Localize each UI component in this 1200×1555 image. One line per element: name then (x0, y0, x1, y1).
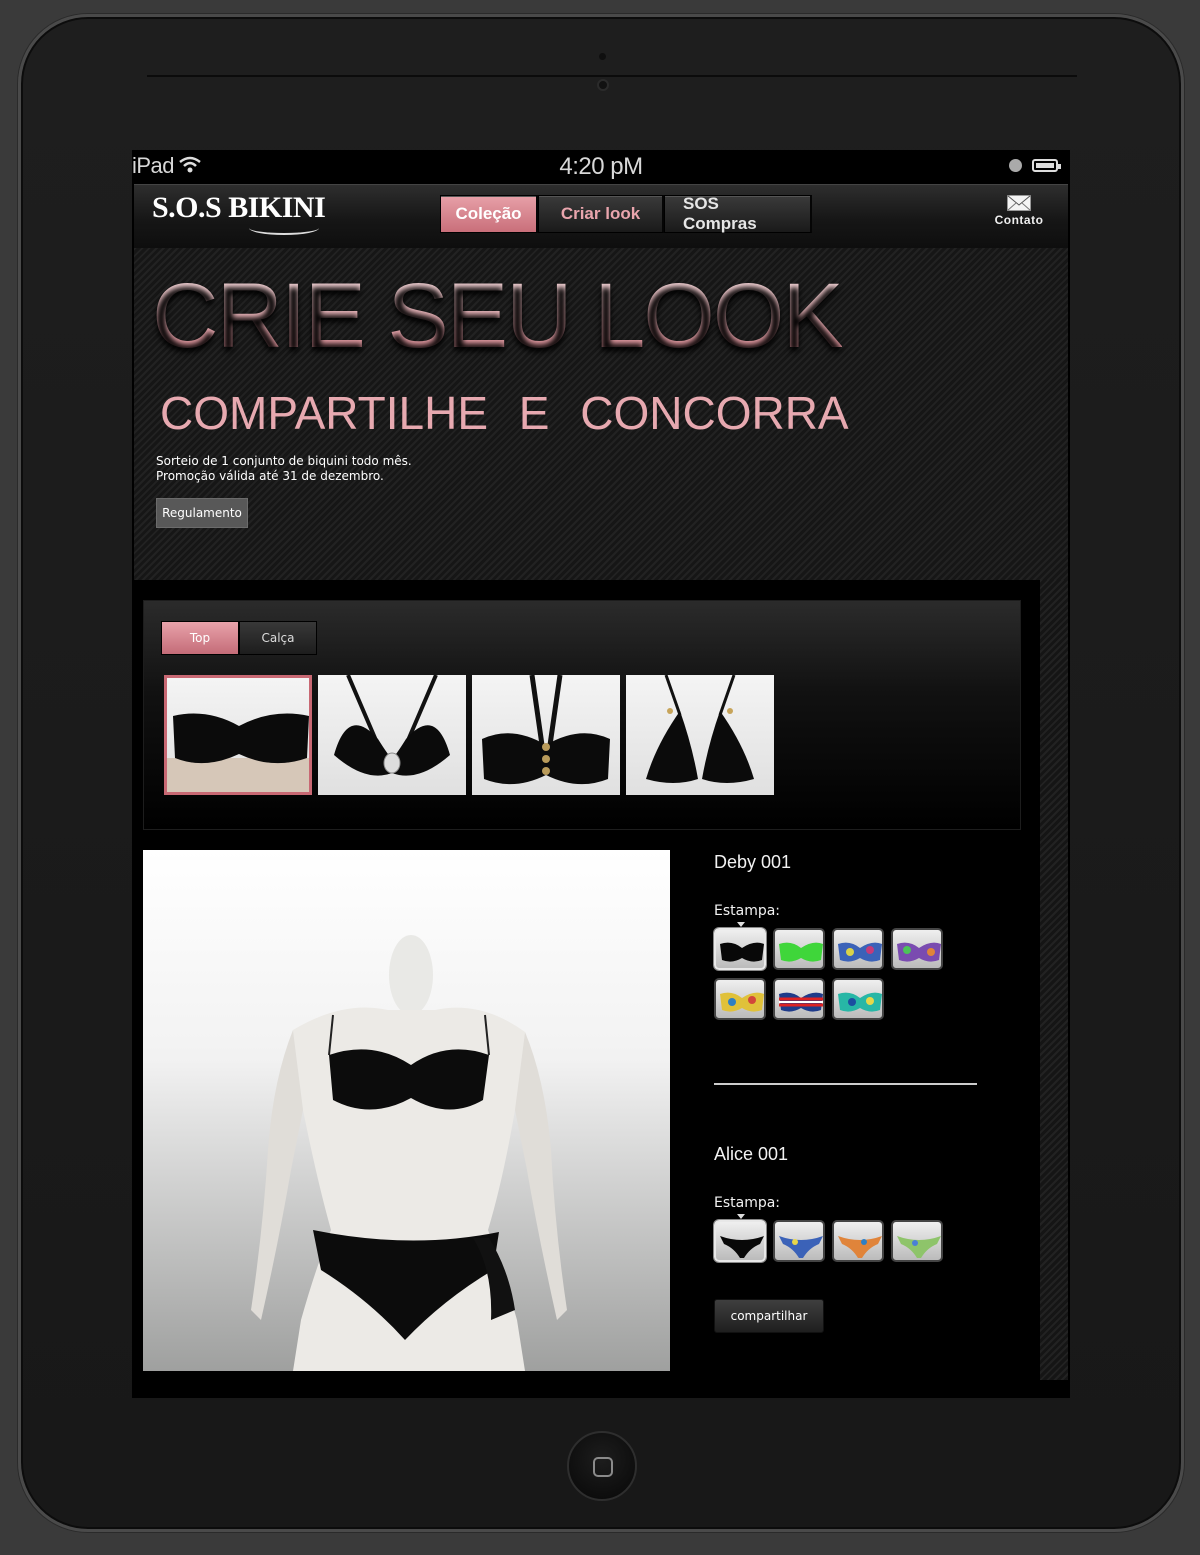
app-header: S.O.S BIKINI Coleção Criar look SOS Comp… (134, 184, 1068, 248)
swatch-deby-black[interactable] (714, 928, 766, 970)
logo-swash (249, 221, 319, 235)
right-stripe-decoration (1040, 580, 1068, 1380)
swatch-deby-purple-print[interactable] (891, 928, 943, 970)
section-divider (714, 1083, 977, 1085)
piece-picker: Top Calça (143, 600, 1021, 830)
swatch-deby-green[interactable] (773, 928, 825, 970)
estampa-label-alice: Estampa: (714, 1195, 781, 1211)
ring-top-image (482, 675, 610, 785)
bezel-line (147, 75, 1077, 77)
camera-icon (597, 79, 609, 91)
clock-icon (1009, 159, 1022, 172)
product-title-deby: Deby 001 (714, 852, 792, 872)
bandeau-top-image (167, 713, 309, 792)
builder-panel: Top Calça Deby 001 Estampa: Alice 001 Es… (132, 580, 1040, 1380)
swatch-list-alice (714, 1220, 954, 1262)
swatch-deby-stripes[interactable] (773, 978, 825, 1020)
selected-arrow-icon (737, 922, 745, 927)
top-thumbnail-4[interactable] (626, 675, 774, 795)
contato-label: Contato (994, 213, 1044, 227)
estampa-label-deby: Estampa: (714, 903, 781, 919)
battery-icon (1032, 159, 1061, 172)
hero-line-2: Promoção válida até 31 de dezembro. (156, 469, 384, 483)
regulamento-button[interactable]: Regulamento (156, 498, 248, 528)
home-button[interactable] (567, 1431, 637, 1501)
sensor-dot (599, 53, 606, 60)
swatch-deby-teal-print[interactable] (832, 978, 884, 1020)
selected-arrow-icon (737, 1214, 745, 1219)
swatch-list-deby (714, 928, 954, 1020)
tab-top[interactable]: Top (161, 621, 239, 655)
hero-text: Sorteio de 1 conjunto de biquini todo mê… (156, 454, 412, 484)
logo[interactable]: S.O.S BIKINI (152, 191, 326, 225)
tab-calca[interactable]: Calça (239, 621, 317, 655)
swatch-alice-black[interactable] (714, 1220, 766, 1262)
swatch-alice-orange-print[interactable] (832, 1220, 884, 1262)
swatch-deby-blue-print[interactable] (832, 928, 884, 970)
contato-button[interactable]: Contato (984, 195, 1054, 227)
mannequin-image (251, 935, 567, 1371)
swatch-alice-green-print[interactable] (891, 1220, 943, 1262)
status-bar: iPad 4:20 pM (132, 150, 1070, 182)
piece-type-toggle: Top Calça (161, 621, 317, 655)
halter-top-image (334, 675, 450, 776)
tab-sos-compras[interactable]: SOS Compras (664, 194, 812, 233)
tab-criar-look[interactable]: Criar look (538, 195, 664, 233)
hero-subtitle: COMPARTILHE E CONCORRA (160, 387, 849, 439)
main-nav: Coleção Criar look SOS Compras (440, 194, 812, 233)
hero-line-1: Sorteio de 1 conjunto de biquini todo mê… (156, 454, 412, 468)
swatch-deby-yellow-print[interactable] (714, 978, 766, 1020)
product-title-alice: Alice 001 (714, 1144, 789, 1164)
look-preview-image (143, 850, 670, 1371)
top-thumbnails (164, 675, 774, 795)
mail-icon (1007, 195, 1031, 211)
swatch-alice-blue-print[interactable] (773, 1220, 825, 1262)
share-button[interactable]: compartilhar (714, 1299, 824, 1333)
top-thumbnail-3[interactable] (472, 675, 620, 795)
top-thumbnail-1[interactable] (164, 675, 312, 795)
hero-title: CRIE SEU LOOK (152, 265, 844, 367)
tab-colecao[interactable]: Coleção (440, 195, 538, 233)
status-time: 4:20 pM (559, 153, 643, 180)
home-square-icon (593, 1457, 613, 1477)
hero-banner: CRIE SEU LOOK COMPARTILHE E CONCORRA Sor… (134, 248, 1068, 580)
screen: iPad 4:20 pM S.O.S BIKINI Coleção Criar … (132, 150, 1070, 1398)
top-thumbnail-2[interactable] (318, 675, 466, 795)
triangle-top-image (646, 675, 754, 783)
